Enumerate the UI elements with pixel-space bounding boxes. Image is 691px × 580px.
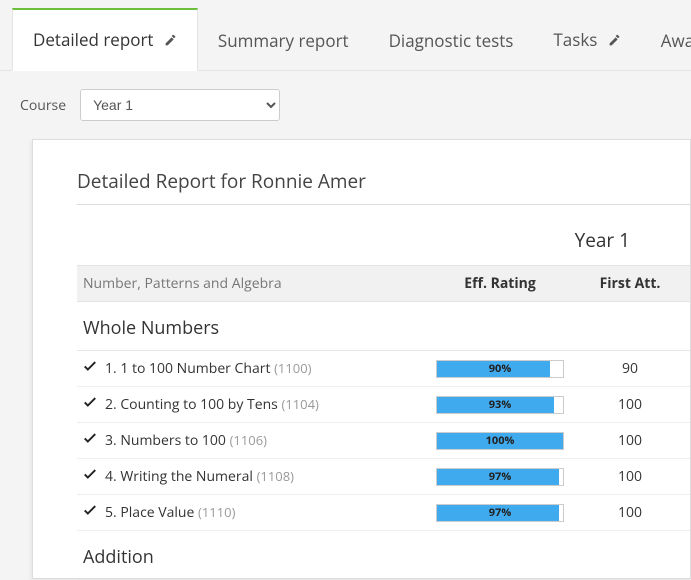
tab-awards[interactable]: Award (641, 11, 691, 70)
topic-name: Writing the Numeral (120, 467, 256, 486)
year-column-header: Year 1 (77, 205, 690, 265)
eff-rating-bar: 90% (430, 360, 570, 378)
eff-rating-bar: 93% (430, 396, 570, 414)
course-select[interactable]: Year 1 (80, 89, 280, 121)
topic-code: (1108) (257, 467, 294, 485)
eff-rating-bar: 100% (430, 432, 570, 450)
check-icon (83, 503, 105, 522)
topic-name: Numbers to 100 (120, 431, 229, 450)
section-addition: Addition (77, 531, 690, 580)
report-panel: Detailed Report for Ronnie Amer Year 1 N… (32, 139, 691, 579)
topic-name: Place Value (120, 503, 198, 522)
col-eff-rating: Eff. Rating (430, 274, 570, 293)
check-icon (83, 359, 105, 378)
topic-row[interactable]: 3. Numbers to 100 (1106) 100% 100 (77, 423, 690, 459)
topic-name: Counting to 100 by Tens (120, 395, 281, 414)
eff-rating-value: 93% (437, 397, 563, 413)
course-label: Course (20, 96, 66, 115)
tab-summary-report[interactable]: Summary report (198, 11, 369, 70)
topic-number: 5. (105, 503, 117, 522)
eff-rating-value: 97% (437, 505, 563, 521)
pencil-icon (608, 29, 621, 52)
topic-title: 2. Counting to 100 by Tens (1104) (105, 395, 430, 414)
category-name: Number, Patterns and Algebra (83, 274, 430, 293)
section-whole-numbers: Whole Numbers (77, 302, 690, 351)
course-controls: Course Year 1 (0, 71, 691, 139)
tab-label: Tasks (553, 28, 597, 51)
topic-code: (1104) (281, 395, 318, 413)
eff-rating-value: 90% (437, 361, 563, 377)
topic-number: 1. (105, 359, 117, 378)
topic-name: 1 to 100 Number Chart (120, 359, 274, 378)
tab-diagnostic-tests[interactable]: Diagnostic tests (369, 11, 534, 70)
tab-tasks[interactable]: Tasks (533, 10, 640, 70)
topic-code: (1106) (230, 431, 267, 449)
topic-title: 5. Place Value (1110) (105, 503, 430, 522)
topic-number: 2. (105, 395, 117, 414)
check-icon (83, 467, 105, 486)
topic-title: 4. Writing the Numeral (1108) (105, 467, 430, 486)
first-att-value: 100 (570, 503, 690, 522)
topic-title: 3. Numbers to 100 (1106) (105, 431, 430, 450)
first-att-value: 100 (570, 467, 690, 486)
topic-code: (1110) (198, 503, 235, 521)
first-att-value: 90 (570, 359, 690, 378)
first-att-value: 100 (570, 395, 690, 414)
eff-rating-bar: 97% (430, 504, 570, 522)
col-first-att: First Att. (570, 274, 690, 293)
tabs-bar: Detailed report Summary report Diagnosti… (0, 0, 691, 71)
tab-detailed-report[interactable]: Detailed report (12, 8, 198, 71)
check-icon (83, 431, 105, 450)
topic-row[interactable]: 5. Place Value (1110) 97% 100 (77, 495, 690, 531)
pencil-icon (164, 29, 177, 52)
eff-rating-value: 97% (437, 469, 563, 485)
tab-label: Detailed report (33, 28, 153, 51)
topic-row[interactable]: 1. 1 to 100 Number Chart (1100) 90% 90 (77, 351, 690, 387)
topic-code: (1100) (274, 359, 311, 377)
topic-number: 3. (105, 431, 117, 450)
topic-row[interactable]: 2. Counting to 100 by Tens (1104) 93% 100 (77, 387, 690, 423)
topic-number: 4. (105, 467, 117, 486)
check-icon (83, 395, 105, 414)
report-title: Detailed Report for Ronnie Amer (77, 168, 690, 205)
eff-rating-bar: 97% (430, 468, 570, 486)
topic-title: 1. 1 to 100 Number Chart (1100) (105, 359, 430, 378)
category-header-row: Number, Patterns and Algebra Eff. Rating… (77, 265, 690, 302)
topic-row[interactable]: 4. Writing the Numeral (1108) 97% 100 (77, 459, 690, 495)
eff-rating-value: 100% (437, 433, 563, 449)
first-att-value: 100 (570, 431, 690, 450)
